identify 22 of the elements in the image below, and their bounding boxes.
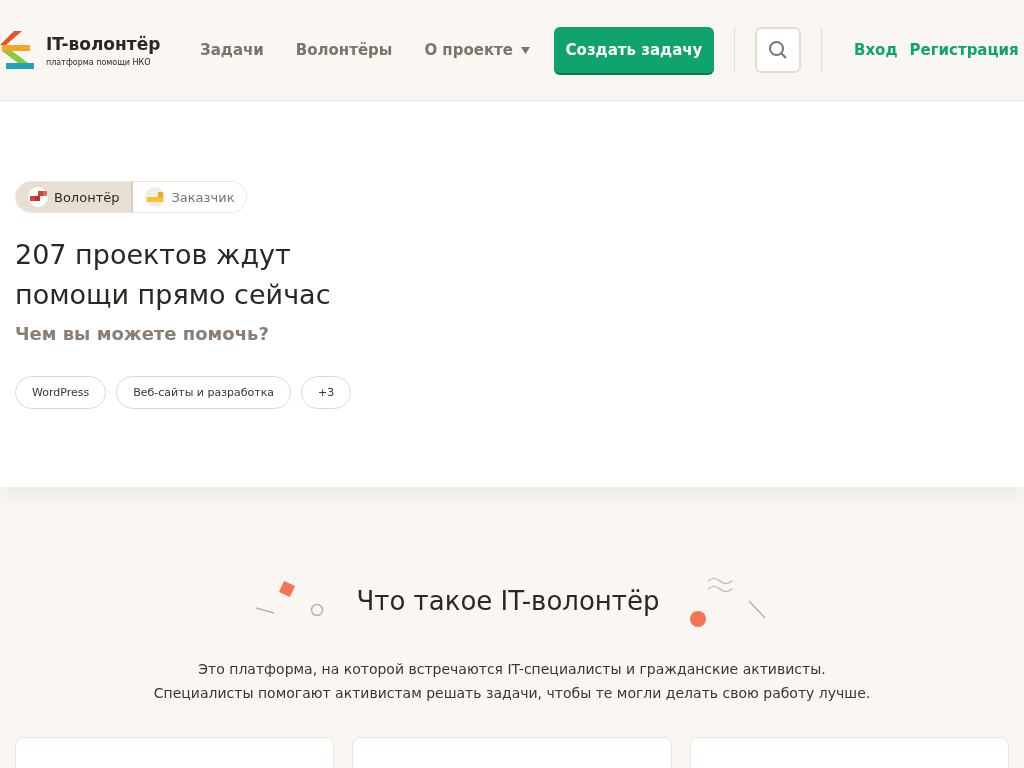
register-link[interactable]: Регистрация: [909, 41, 1019, 59]
hero-title: 207 проектов ждут помощи прямо сейчас: [15, 238, 332, 312]
logo-icon: [0, 31, 36, 69]
tag-chip[interactable]: +3: [301, 376, 352, 409]
search-icon: [768, 40, 788, 60]
section-description: Это платформа, на которой встречаются IT-специалисты и гражданские активисты. Специалисты помогают активистам решать задачи, чтобы те могли делать свою работу лучше.: [153, 660, 871, 703]
search-button[interactable]: [755, 27, 801, 73]
role-tab[interactable]: Волонтёр: [16, 182, 134, 212]
blocks-icon: [145, 187, 166, 207]
nav-link[interactable]: О проекте: [424, 41, 530, 59]
logo-subtitle: платформа помощи НКО: [46, 57, 152, 67]
nav-link[interactable]: Волонтёры: [295, 41, 393, 59]
caret-icon: [521, 46, 530, 54]
login-link[interactable]: Вход: [854, 41, 898, 59]
hero-subtitle: Чем вы можете помочь?: [15, 323, 270, 344]
logo-title: IT-волонтёр: [46, 33, 161, 54]
blocks-icon: [28, 187, 48, 207]
tag-chip[interactable]: WordPress: [15, 376, 107, 409]
tag-chip[interactable]: Веб-сайты и разработка: [116, 376, 292, 409]
nav-link[interactable]: Задачи: [200, 41, 264, 59]
create-task-button[interactable]: Создать задачу: [554, 27, 714, 73]
section-title: Что такое IT-волонтёр: [356, 586, 660, 616]
